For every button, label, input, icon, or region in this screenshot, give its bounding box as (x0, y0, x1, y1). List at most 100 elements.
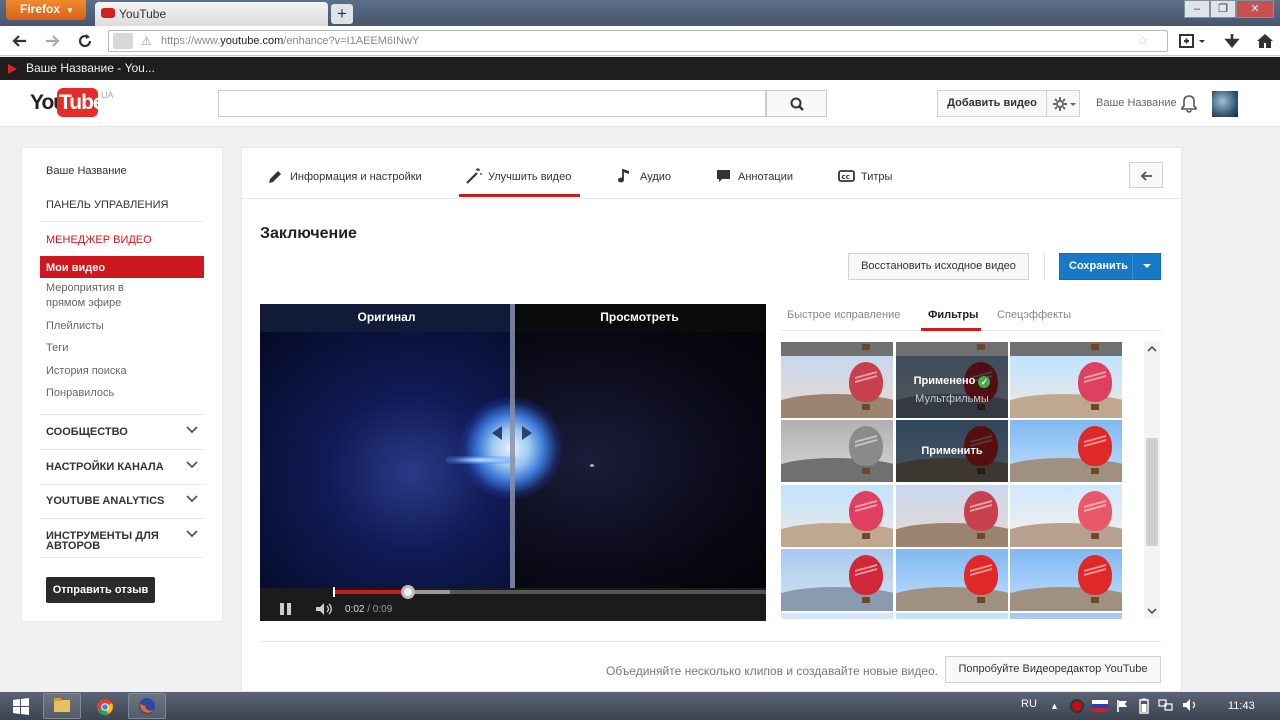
sidebar-channel-name[interactable]: Ваше Название (46, 165, 127, 177)
home-icon[interactable] (1256, 33, 1274, 49)
restore-original-button[interactable]: Восстановить исходное видео (848, 253, 1029, 280)
chevron-down-icon[interactable] (186, 461, 198, 469)
network-icon[interactable] (1158, 698, 1174, 712)
sidebar-item-video-manager[interactable]: МЕНЕДЖЕР ВИДЕО (46, 234, 152, 246)
save-button[interactable]: Сохранить (1059, 253, 1161, 280)
sidebar-section-channel-settings[interactable]: НАСТРОЙКИ КАНАЛА (46, 461, 164, 473)
taskbar-firefox[interactable] (128, 693, 166, 719)
tab-label: Улучшить видео (488, 171, 572, 183)
filter-thumbnail[interactable] (896, 613, 1008, 619)
search-input[interactable] (218, 90, 766, 117)
logo-text-tube[interactable]: Tube (57, 88, 105, 117)
sidebar-item-dashboard[interactable]: ПАНЕЛЬ УПРАВЛЕНИЯ (46, 199, 168, 211)
firefox-menu-button[interactable]: Firefox ▼ (6, 0, 86, 20)
filter-thumbnail[interactable] (781, 549, 893, 611)
applied-label: Применено ✓ (896, 375, 1008, 388)
save-button-label: Сохранить (1069, 260, 1128, 272)
filter-thumbnail[interactable] (1010, 613, 1122, 619)
chevron-down-icon[interactable] (186, 530, 198, 538)
system-clock[interactable]: 11:43 (1228, 700, 1255, 712)
filter-grid-scroll-thumb[interactable] (1146, 438, 1158, 546)
try-video-editor-button[interactable]: Попробуйте Видеоредактор YouTube (945, 656, 1161, 683)
sidebar-item-live-events-line1[interactable]: Мероприятия в (46, 282, 124, 294)
video-player[interactable]: Оригинал Просмотреть 0:02 / 0:09 (260, 304, 766, 621)
back-arrow-icon[interactable] (10, 33, 28, 49)
forward-arrow-icon[interactable] (44, 33, 62, 49)
comparison-split-handle[interactable] (510, 304, 515, 588)
trim-start-marker[interactable] (333, 587, 335, 597)
address-bar[interactable]: ⚠ https://www.youtube.com/enhance?v=I1AE… (108, 30, 1168, 52)
bookmark-item[interactable]: Ваше Название - You... (26, 61, 155, 75)
sidebar-item-my-videos[interactable]: Мои видео (40, 256, 204, 278)
save-options-dropdown[interactable] (1132, 254, 1160, 279)
tab-effects[interactable]: Спецэффекты (997, 309, 1071, 321)
applied-filter-name: Мультфильмы (915, 393, 989, 405)
settings-menu-button[interactable] (1046, 90, 1080, 117)
upload-video-button[interactable]: Добавить видео (937, 90, 1047, 117)
tray-expand-icon[interactable]: ▲ (1050, 701, 1059, 711)
filter-thumbnail[interactable] (781, 356, 893, 418)
maximize-button[interactable]: ❐ (1210, 0, 1236, 18)
sidebar-item-tags[interactable]: Теги (46, 342, 68, 354)
language-indicator[interactable]: RU (1021, 698, 1037, 710)
send-feedback-button[interactable]: Отправить отзыв (46, 577, 155, 603)
chevron-down-icon[interactable] (186, 426, 198, 434)
check-circle-icon: ✓ (978, 376, 991, 388)
russian-flag-icon[interactable] (1092, 700, 1108, 712)
scroll-down-icon[interactable] (1147, 607, 1157, 615)
preview-label: Просмотреть (600, 310, 679, 324)
tab-quick-fix[interactable]: Быстрое исправление (787, 309, 900, 321)
reload-icon[interactable] (77, 33, 93, 49)
filter-thumbnail[interactable] (1010, 356, 1122, 418)
battery-icon[interactable] (1138, 698, 1150, 714)
warning-icon: ⚠ (141, 34, 152, 48)
new-tab-button[interactable]: + (331, 4, 353, 24)
avatar[interactable] (1212, 91, 1238, 117)
progress-scrubber[interactable] (401, 585, 415, 599)
page-title: Заключение (260, 225, 357, 242)
sidebar-item-liked[interactable]: Понравилось (46, 387, 114, 399)
volume-tray-icon[interactable] (1182, 698, 1198, 712)
filter-thumbnail[interactable]: Применить (896, 420, 1008, 482)
filter-thumbnail[interactable] (1010, 420, 1122, 482)
filter-thumbnail[interactable] (896, 549, 1008, 611)
sidebar-item-playlists[interactable]: Плейлисты (46, 320, 104, 332)
sidebar-item-search-history[interactable]: История поиска (46, 365, 127, 377)
action-center-flag-icon[interactable] (1116, 699, 1128, 713)
volume-icon[interactable] (315, 602, 335, 616)
filter-thumbnail[interactable] (781, 485, 893, 547)
pause-icon[interactable] (279, 602, 293, 616)
filter-thumbnail[interactable]: Применено ✓ Мультфильмы (896, 356, 1008, 418)
tab-filters[interactable]: Фильтры (928, 309, 978, 321)
sidebar-section-creator-tools-line2[interactable]: АВТОРОВ (46, 540, 100, 552)
search-button[interactable] (766, 90, 827, 117)
browser-tab[interactable]: YouTube (95, 2, 328, 26)
scroll-up-icon[interactable] (1147, 345, 1157, 353)
sidebar-section-analytics[interactable]: YOUTUBE ANALYTICS (46, 495, 164, 507)
close-window-button[interactable]: ✕ (1236, 0, 1274, 18)
video-speck-graphic (590, 464, 594, 467)
filter-thumbnail[interactable] (1010, 549, 1122, 611)
filter-thumbnail[interactable] (1010, 485, 1122, 547)
record-icon[interactable] (1070, 699, 1084, 713)
bookmarks-menu-icon[interactable] (1178, 33, 1210, 50)
sidebar-item-live-events-line2[interactable]: прямом эфире (46, 297, 121, 309)
download-arrow-icon[interactable] (1224, 32, 1240, 50)
bookmark-star-icon[interactable]: ☆ (1137, 33, 1149, 49)
windows-taskbar (0, 692, 1280, 720)
windows-start-icon[interactable] (12, 697, 30, 715)
back-button[interactable] (1129, 162, 1163, 188)
tab-title: YouTube (119, 7, 167, 21)
chevron-down-icon[interactable] (186, 495, 198, 503)
apply-filter-button[interactable]: Применить (896, 445, 1008, 457)
tab-groups-icon[interactable] (113, 33, 133, 49)
sidebar-section-community[interactable]: СООБЩЕСТВО (46, 426, 128, 438)
taskbar-explorer[interactable] (43, 693, 81, 719)
filter-thumbnail[interactable] (781, 613, 893, 619)
filter-thumbnail[interactable] (896, 485, 1008, 547)
minimize-button[interactable]: – (1184, 0, 1210, 18)
taskbar-chrome[interactable] (85, 693, 123, 719)
bell-icon[interactable] (1180, 94, 1198, 114)
filter-thumbnail[interactable] (781, 420, 893, 482)
account-name[interactable]: Ваше Название (1096, 97, 1177, 109)
